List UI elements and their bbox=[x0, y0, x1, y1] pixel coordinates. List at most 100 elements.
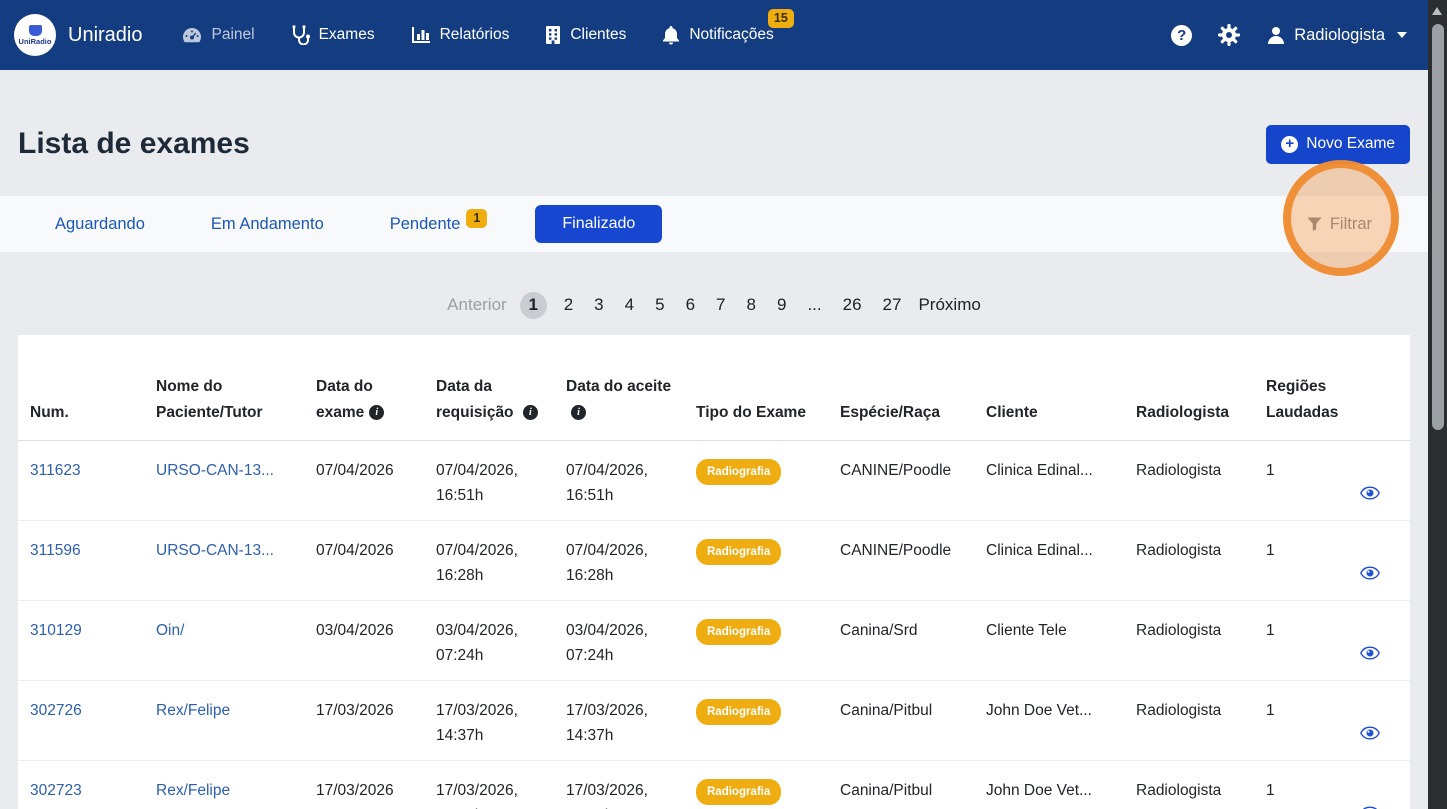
col-regions: Regiões Laudadas bbox=[1254, 335, 1348, 440]
new-exam-label: Novo Exame bbox=[1306, 135, 1395, 153]
view-exam-eye-icon[interactable] bbox=[1360, 566, 1380, 580]
client-cell: Clinica Edinal... bbox=[974, 440, 1124, 520]
exam-type-badge: Radiografia bbox=[696, 779, 781, 806]
pagination-page[interactable]: 4 bbox=[621, 293, 638, 317]
brand-name: Uniradio bbox=[68, 24, 142, 47]
settings-gear-icon[interactable] bbox=[1218, 24, 1240, 46]
pagination-page[interactable]: 26 bbox=[839, 293, 866, 317]
view-exam-eye-icon[interactable] bbox=[1360, 646, 1380, 660]
regions-cell: 1 bbox=[1254, 680, 1348, 760]
patient-name-link[interactable]: Rex/Felipe bbox=[156, 782, 230, 799]
pagination-page[interactable]: 8 bbox=[743, 293, 760, 317]
accept-date-cell: 17/03/2026, 14:37h bbox=[554, 680, 684, 760]
exam-number-link[interactable]: 311596 bbox=[30, 542, 81, 559]
tab-em-andamento[interactable]: Em Andamento bbox=[211, 215, 324, 234]
patient-name-link[interactable]: Oin/ bbox=[156, 622, 184, 639]
request-date-cell: 03/04/2026, 07:24h bbox=[424, 600, 554, 680]
pagination-page[interactable]: 7 bbox=[712, 293, 729, 317]
exam-number-link[interactable]: 311623 bbox=[30, 462, 81, 479]
tab-aguardando[interactable]: Aguardando bbox=[55, 215, 145, 234]
help-icon[interactable]: ? bbox=[1171, 25, 1192, 46]
request-date-cell: 07/04/2026, 16:28h bbox=[424, 520, 554, 600]
accept-date-cell: 07/04/2026, 16:51h bbox=[554, 440, 684, 520]
exam-number-link[interactable]: 302726 bbox=[30, 702, 82, 719]
accept-date-cell: 03/04/2026, 07:24h bbox=[554, 600, 684, 680]
radiologist-cell: Radiologista bbox=[1124, 600, 1254, 680]
bell-icon bbox=[662, 25, 680, 45]
species-cell: Canina/Pitbul bbox=[828, 760, 974, 809]
exam-number-link[interactable]: 310129 bbox=[30, 622, 82, 639]
patient-name-link[interactable]: Rex/Felipe bbox=[156, 702, 230, 719]
view-exam-eye-icon[interactable] bbox=[1360, 486, 1380, 500]
filter-button[interactable]: Filtrar bbox=[1307, 215, 1372, 234]
nav-label-clientes: Clientes bbox=[570, 26, 626, 44]
nav-item-painel[interactable]: Painel bbox=[182, 26, 254, 44]
col-radiologist: Radiologista bbox=[1124, 335, 1254, 440]
nav-item-clientes[interactable]: Clientes bbox=[545, 25, 626, 45]
logo-shield-icon bbox=[29, 25, 42, 36]
nav-item-notificacoes[interactable]: Notificações 15 bbox=[662, 25, 773, 45]
info-icon[interactable]: i bbox=[369, 405, 384, 420]
col-actions bbox=[1348, 335, 1410, 440]
radiologist-cell: Radiologista bbox=[1124, 440, 1254, 520]
exam-type-badge: Radiografia bbox=[696, 699, 781, 726]
pagination-previous[interactable]: Anterior bbox=[447, 295, 507, 315]
table-row: 302726 Rex/Felipe 17/03/2026 17/03/2026,… bbox=[18, 680, 1410, 760]
info-icon[interactable]: i bbox=[571, 405, 586, 420]
pagination-page[interactable]: 27 bbox=[879, 293, 906, 317]
nav-label-painel: Painel bbox=[211, 26, 254, 44]
regions-cell: 1 bbox=[1254, 600, 1348, 680]
new-exam-button[interactable]: + Novo Exame bbox=[1266, 125, 1410, 164]
page-header: Lista de exames + Novo Exame bbox=[18, 118, 1410, 170]
pagination-next[interactable]: Próximo bbox=[918, 295, 980, 315]
radiologist-cell: Radiologista bbox=[1124, 760, 1254, 809]
scroll-up-arrow-icon[interactable] bbox=[1432, 7, 1442, 15]
exam-date-cell: 07/04/2026 bbox=[304, 440, 424, 520]
view-exam-eye-icon[interactable] bbox=[1360, 726, 1380, 740]
col-num: Num. bbox=[18, 335, 144, 440]
notifications-count-badge[interactable]: 15 bbox=[768, 9, 794, 28]
client-cell: John Doe Vet... bbox=[974, 680, 1124, 760]
table-header-row: Num. Nome do Paciente/Tutor Data do exam… bbox=[18, 335, 1410, 440]
pagination-page[interactable]: 5 bbox=[651, 293, 668, 317]
accept-date-cell: 07/04/2026, 16:28h bbox=[554, 520, 684, 600]
tab-pendente[interactable]: Pendente 1 bbox=[390, 215, 488, 234]
exam-type-badge: Radiografia bbox=[696, 619, 781, 646]
chevron-down-icon bbox=[1397, 32, 1407, 38]
patient-name-link[interactable]: URSO-CAN-13... bbox=[156, 542, 274, 559]
nav-item-relatorios[interactable]: Relatórios bbox=[411, 26, 510, 44]
exam-table-body: 311623 URSO-CAN-13... 07/04/2026 07/04/2… bbox=[18, 440, 1410, 809]
scrollbar-thumb[interactable] bbox=[1432, 24, 1444, 430]
info-icon[interactable]: i bbox=[523, 405, 538, 420]
col-patient: Nome do Paciente/Tutor bbox=[144, 335, 304, 440]
nav-item-exames[interactable]: Exames bbox=[291, 25, 375, 45]
pendente-count-badge: 1 bbox=[466, 209, 487, 229]
client-cell: John Doe Vet... bbox=[974, 760, 1124, 809]
pagination-ellipsis: ... bbox=[803, 293, 825, 317]
table-row: 302723 Rex/Felipe 17/03/2026 17/03/2026,… bbox=[18, 760, 1410, 809]
tab-aguardando-label: Aguardando bbox=[55, 215, 145, 234]
exam-date-cell: 17/03/2026 bbox=[304, 760, 424, 809]
patient-name-link[interactable]: URSO-CAN-13... bbox=[156, 462, 274, 479]
brand[interactable]: UniRadio Uniradio bbox=[14, 14, 142, 56]
pagination-pages: 123456789... 26 27 bbox=[520, 292, 906, 319]
pagination-page[interactable]: 6 bbox=[682, 293, 699, 317]
page-scrollbar[interactable] bbox=[1428, 0, 1447, 809]
tab-finalizado[interactable]: Finalizado bbox=[535, 205, 662, 243]
navbar-right: ? Radiologista bbox=[1171, 24, 1407, 46]
exam-date-cell: 03/04/2026 bbox=[304, 600, 424, 680]
col-exam-date: Data do examei bbox=[304, 335, 424, 440]
col-species: Espécie/Raça bbox=[828, 335, 974, 440]
building-icon bbox=[545, 25, 561, 45]
regions-cell: 1 bbox=[1254, 760, 1348, 809]
exam-number-link[interactable]: 302723 bbox=[30, 782, 82, 799]
nav-label-exames: Exames bbox=[319, 26, 375, 44]
accept-date-cell: 17/03/2026, 14:35h bbox=[554, 760, 684, 809]
pagination-page[interactable]: 3 bbox=[590, 293, 607, 317]
pagination-page[interactable]: 1 bbox=[520, 292, 547, 319]
user-menu[interactable]: Radiologista bbox=[1266, 25, 1407, 45]
pagination-page[interactable]: 2 bbox=[560, 293, 577, 317]
tab-em-andamento-label: Em Andamento bbox=[211, 215, 324, 234]
nav-label-notificacoes: Notificações bbox=[689, 26, 773, 44]
pagination-page[interactable]: 9 bbox=[773, 293, 790, 317]
